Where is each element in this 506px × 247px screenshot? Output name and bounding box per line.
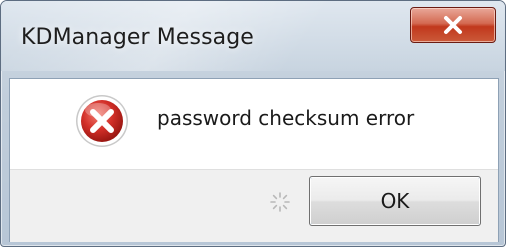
- message-dialog: KDManager Message password checksum erro…: [0, 0, 506, 247]
- dialog-content: password checksum error OK: [9, 78, 499, 242]
- title-bar[interactable]: KDManager Message: [1, 1, 505, 71]
- busy-cursor-icon: [270, 192, 290, 212]
- close-icon: [444, 16, 462, 34]
- ok-button[interactable]: OK: [309, 176, 481, 226]
- close-button[interactable]: [410, 7, 496, 43]
- message-text: password checksum error: [157, 106, 415, 130]
- button-strip: OK: [10, 169, 498, 242]
- window-title: KDManager Message: [21, 25, 254, 50]
- error-icon: [76, 95, 128, 147]
- message-area: password checksum error: [10, 79, 498, 169]
